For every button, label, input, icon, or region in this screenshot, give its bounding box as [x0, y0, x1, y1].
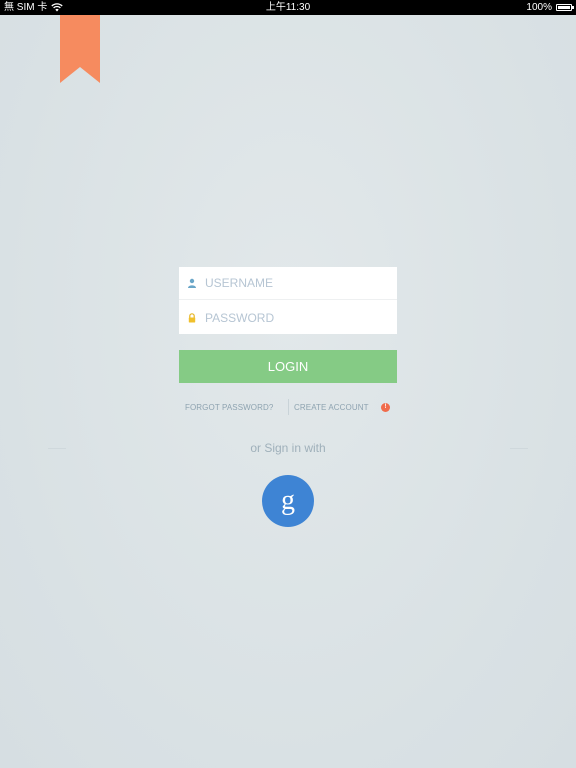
account-links: FORGOT PASSWORD? CREATE ACCOUNT ! — [179, 399, 397, 415]
google-icon: g — [281, 485, 295, 516]
battery-fill — [558, 6, 570, 9]
login-button[interactable]: LOGIN — [179, 350, 397, 383]
forgot-password-link[interactable]: FORGOT PASSWORD? — [185, 403, 273, 412]
battery-icon — [556, 4, 574, 11]
bookmark-ribbon-icon — [60, 15, 100, 83]
social-sign-in-prompt: or Sign in with — [250, 441, 326, 455]
password-input[interactable] — [205, 310, 385, 325]
user-icon — [188, 278, 196, 288]
battery-percent: 100% — [526, 2, 552, 13]
login-form — [179, 267, 397, 334]
create-account-link[interactable]: CREATE ACCOUNT — [294, 403, 369, 412]
login-screen: 無 SIM 卡 上午11:30 100% USERNAME LOGIN FORG… — [0, 0, 576, 768]
username-input[interactable] — [205, 276, 385, 290]
lock-icon — [188, 312, 196, 322]
username-field — [179, 267, 397, 300]
info-badge: ! — [381, 403, 390, 412]
clock: 上午11:30 — [265, 2, 311, 13]
links-divider — [288, 399, 289, 415]
password-field — [179, 301, 397, 334]
status-bar: 無 SIM 卡 上午11:30 100% — [0, 0, 576, 15]
google-sign-in-button[interactable]: g — [262, 475, 314, 527]
status-right: 100% — [526, 0, 574, 15]
